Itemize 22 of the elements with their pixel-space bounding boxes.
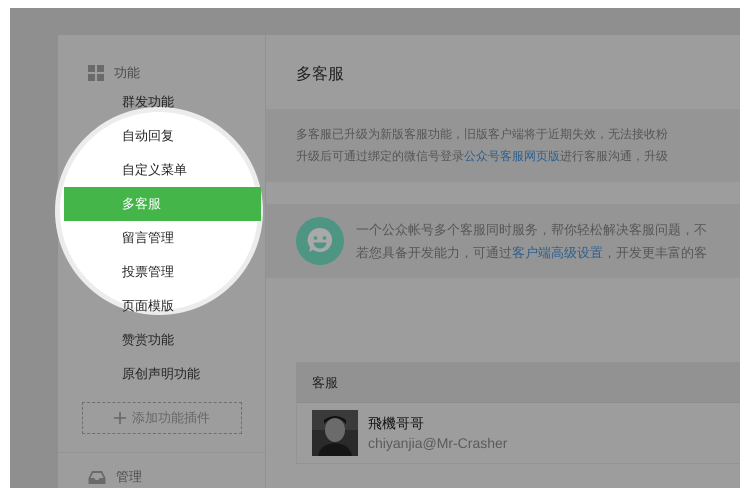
sidebar-item[interactable]: 原创声明功能	[64, 357, 265, 391]
sidebar-item[interactable]: 赞赏功能	[64, 323, 265, 357]
notice-text: 升级后可通过绑定的微信号登录公众号客服网页版进行客服沟通，升级	[296, 148, 669, 165]
section-title: 功能	[114, 64, 140, 82]
intro-text: 一个公众帐号多个客服同时服务，帮你轻松解决客服问题，不	[356, 221, 707, 239]
intro-text: 若您具备开发能力，可通过客户端高级设置，开发更丰富的客	[356, 244, 707, 262]
sidebar-item[interactable]: 自定义菜单	[64, 153, 265, 187]
page-title: 多客服	[295, 64, 345, 85]
agent-account: chiyanjia@Mr-Crasher	[368, 435, 508, 451]
sidebar-item[interactable]: 群发功能	[64, 85, 265, 119]
section-title: 管理	[116, 468, 142, 486]
chat-smiley-icon	[296, 217, 344, 265]
tray-icon	[88, 470, 106, 484]
sidebar-item[interactable]: 页面模版	[64, 289, 265, 323]
sidebar-item[interactable]: 自动回复	[64, 119, 265, 153]
plus-icon	[114, 412, 126, 424]
notice-text: 多客服已升级为新版客服功能，旧版客户端将于近期失效，无法接收粉	[296, 126, 669, 143]
sidebar-item[interactable]: 投票管理	[64, 255, 265, 289]
grid-icon	[88, 65, 104, 81]
sidebar-item[interactable]: 留言管理	[64, 221, 265, 255]
column-header: 客服	[312, 374, 338, 392]
agent-name: 飛機哥哥	[368, 415, 425, 433]
